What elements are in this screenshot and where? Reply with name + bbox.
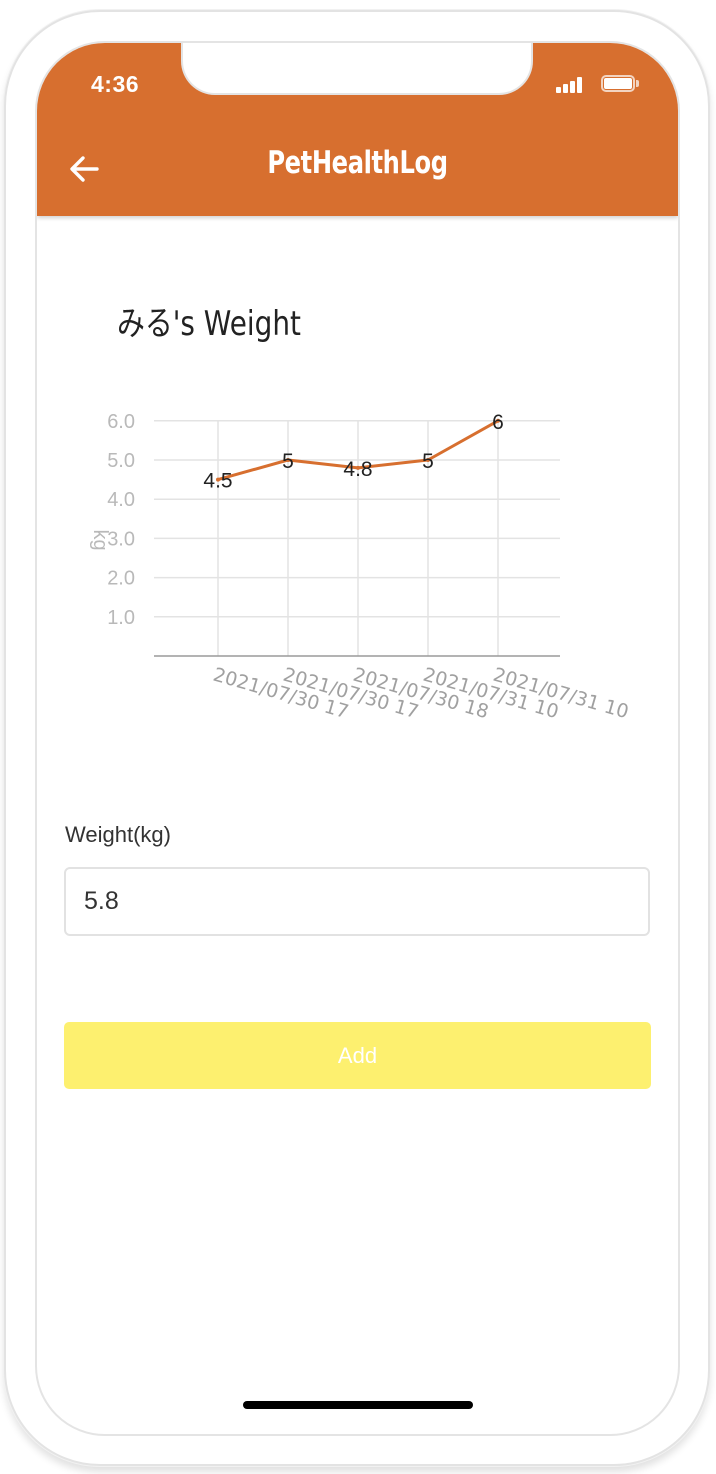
weight-field-label: Weight(kg) (65, 822, 171, 847)
y-axis-label: kg (89, 529, 111, 550)
back-button[interactable] (65, 151, 105, 187)
device-notch (181, 43, 533, 95)
chart-title: みる's Weight (117, 304, 301, 344)
battery-icon (601, 75, 639, 92)
data-label: 4.5 (203, 470, 232, 493)
y-tick-label: 6.0 (107, 411, 135, 433)
y-tick-label: 5.0 (107, 450, 135, 472)
y-tick-label: 4.0 (107, 489, 135, 511)
y-tick-label: 2.0 (107, 568, 135, 590)
data-label: 6 (492, 411, 504, 434)
signal-icon (556, 77, 586, 93)
app-screen: 4:36 PetHealthLog みる's Weight 1.0 2.0 3.0 4… (35, 41, 680, 1436)
weight-input[interactable] (64, 867, 650, 936)
page-title: PetHealthLog (267, 145, 448, 181)
data-label: 4.8 (343, 458, 372, 481)
arrow-left-icon (70, 156, 99, 182)
data-label: 5 (282, 450, 294, 473)
y-tick-label: 1.0 (107, 607, 135, 629)
data-label: 5 (422, 450, 434, 473)
status-time: 4:36 (91, 71, 140, 97)
add-button[interactable]: Add (64, 1022, 651, 1089)
app-header: 4:36 PetHealthLog (37, 43, 678, 216)
home-indicator (243, 1401, 473, 1409)
weight-line-chart: 1.02.03.04.05.06.0kg2021/07/30 172021/07… (89, 411, 631, 724)
